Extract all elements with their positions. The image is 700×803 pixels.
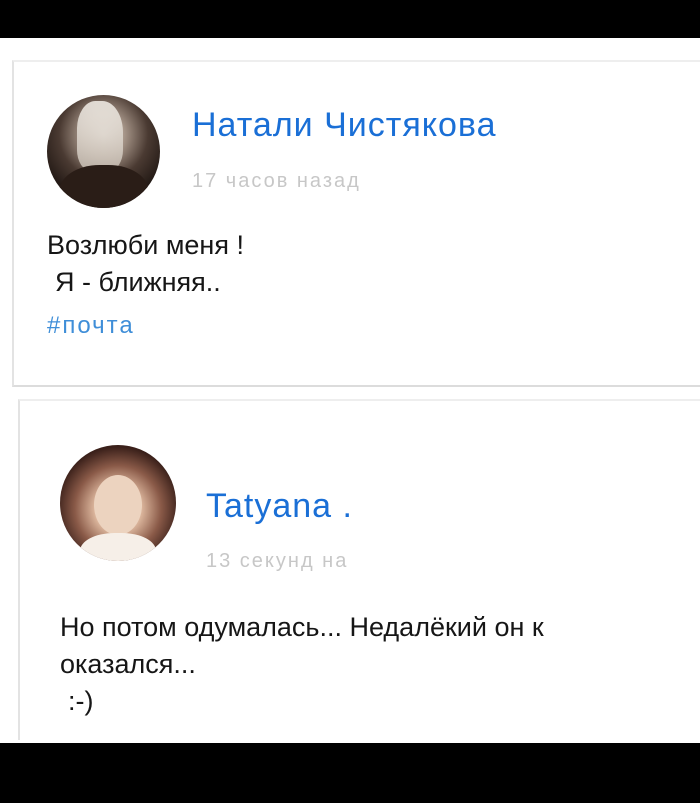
post-timestamp[interactable]: 17 часов назад xyxy=(192,170,361,193)
avatar[interactable] xyxy=(60,445,176,561)
post-author-name[interactable]: Натали Чистякова xyxy=(192,106,497,145)
avatar[interactable] xyxy=(47,95,160,208)
bottom-fade xyxy=(0,740,700,743)
post-card: Натали Чистякова 17 часов назад Возлюби … xyxy=(12,60,700,387)
avatar-photo-hair xyxy=(77,101,123,171)
post-timestamp[interactable]: 13 секунд на xyxy=(206,550,348,573)
post-text-line: :-) xyxy=(68,686,94,716)
avatar-photo-shoulders xyxy=(80,533,156,561)
feed-screen: Натали Чистякова 17 часов назад Возлюби … xyxy=(0,38,700,743)
post-text: Но потом одумалась... Недалёкий он к ока… xyxy=(60,609,544,720)
post-text-line: Но потом одумалась... Недалёкий он к xyxy=(60,612,544,642)
avatar-photo-body xyxy=(59,165,149,208)
post-text: Возлюби меня ! Я - ближняя.. xyxy=(47,227,244,301)
post-text-line: Возлюби меня ! xyxy=(47,230,244,260)
hashtag-link[interactable]: #почта xyxy=(47,312,135,340)
post-author-name[interactable]: Tatyana . xyxy=(206,487,353,526)
post-card: Tatyana . 13 секунд на Но потом одумалас… xyxy=(18,399,700,743)
post-text-line: оказался... xyxy=(60,649,196,679)
post-text-line: Я - ближняя.. xyxy=(55,267,221,297)
avatar-photo-face xyxy=(94,475,142,535)
